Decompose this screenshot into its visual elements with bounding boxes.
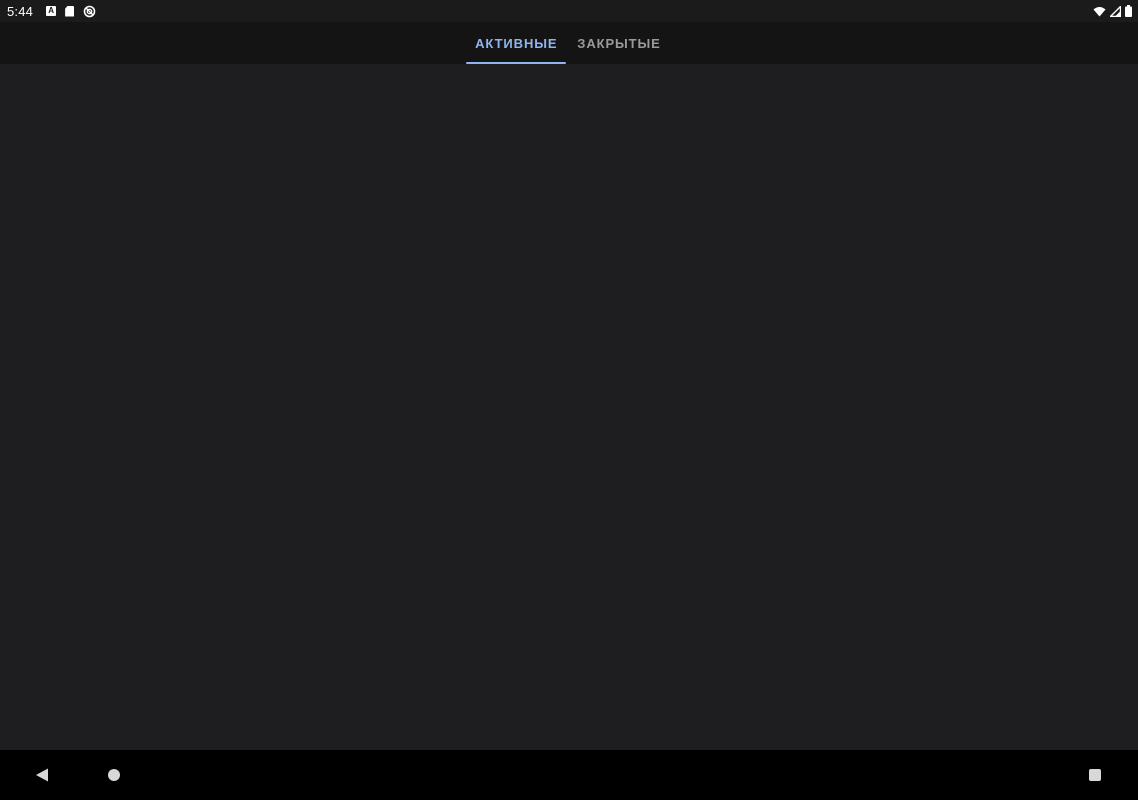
tab-active[interactable]: АКТИВНЫЕ bbox=[466, 22, 567, 64]
battery-icon bbox=[1125, 5, 1132, 17]
data-saver-icon bbox=[83, 5, 96, 18]
wifi-icon bbox=[1093, 6, 1106, 17]
tab-bar: АКТИВНЫЕ ЗАКРЫТЫЕ bbox=[0, 22, 1138, 64]
app-screen: 5:44 A АКТИВНЫЕ ЗАКРЫТЫЕ bbox=[0, 0, 1138, 800]
status-bar: 5:44 A bbox=[0, 0, 1138, 22]
tab-closed-label: ЗАКРЫТЫЕ bbox=[577, 35, 661, 51]
navigation-bar bbox=[0, 750, 1138, 800]
status-time: 5:44 bbox=[7, 3, 34, 19]
home-icon[interactable] bbox=[104, 765, 124, 785]
tab-active-label: АКТИВНЫЕ bbox=[475, 35, 558, 51]
a-badge-icon: A bbox=[46, 6, 57, 16]
status-right bbox=[1093, 5, 1132, 17]
signal-icon bbox=[1110, 5, 1121, 17]
back-icon[interactable] bbox=[32, 765, 52, 785]
tab-closed[interactable]: ЗАКРЫТЫЕ bbox=[566, 22, 671, 64]
sd-card-icon bbox=[65, 5, 75, 17]
status-left: 5:44 A bbox=[7, 4, 96, 19]
recents-icon[interactable] bbox=[1085, 765, 1105, 785]
content-area bbox=[0, 64, 1138, 750]
